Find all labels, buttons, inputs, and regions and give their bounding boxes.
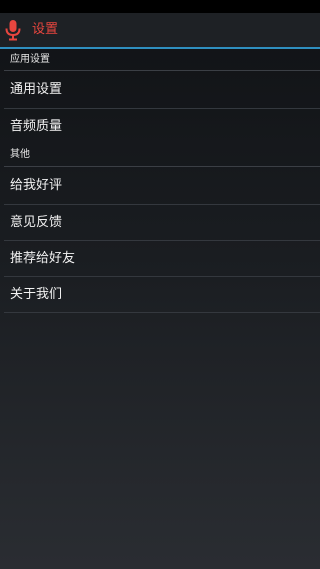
page-title: 设置 xyxy=(32,22,59,37)
list-item-label: 音频质量 xyxy=(10,119,63,134)
list-item-general-settings[interactable]: 通用设置 xyxy=(0,72,320,108)
list-item-label: 意见反馈 xyxy=(10,215,63,230)
section-header-app-settings: 应用设置 xyxy=(10,54,50,65)
list-item-label: 推荐给好友 xyxy=(10,251,76,266)
list-item-label: 通用设置 xyxy=(10,82,63,97)
microphone-icon xyxy=(5,20,21,41)
list-item-audio-quality[interactable]: 音频质量 xyxy=(0,109,320,145)
list-item-feedback[interactable]: 意见反馈 xyxy=(0,205,320,241)
section-header-other: 其他 xyxy=(10,149,30,160)
action-bar-divider xyxy=(0,47,320,49)
status-bar xyxy=(0,0,320,13)
list-item-rate-us[interactable]: 给我好评 xyxy=(0,168,320,204)
list-item-label: 关于我们 xyxy=(10,287,63,302)
item-divider xyxy=(4,312,320,313)
section-divider xyxy=(4,70,320,71)
list-item-label: 给我好评 xyxy=(10,178,63,193)
list-item-recommend-to-friends[interactable]: 推荐给好友 xyxy=(0,241,320,277)
section-divider xyxy=(4,166,320,167)
list-item-about-us[interactable]: 关于我们 xyxy=(0,277,320,313)
